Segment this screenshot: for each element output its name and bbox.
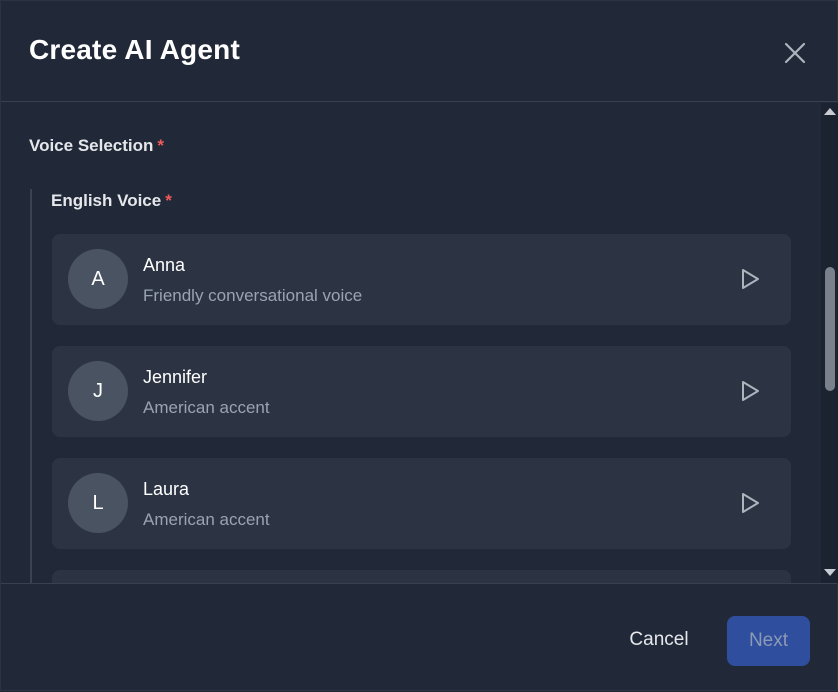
play-preview-button[interactable] [738, 267, 762, 291]
voice-description: American accent [143, 398, 270, 417]
play-preview-button[interactable] [738, 379, 762, 403]
play-icon [742, 269, 759, 289]
avatar: J [68, 361, 128, 421]
scrollbar-thumb[interactable] [825, 267, 835, 391]
scroll-down-arrow-icon[interactable] [824, 569, 836, 576]
play-preview-button[interactable] [738, 491, 762, 515]
voice-card-partial[interactable] [52, 570, 791, 583]
avatar: A [68, 249, 128, 309]
voice-name: Laura [143, 479, 190, 499]
required-marker: * [165, 191, 172, 210]
voice-selection-text: Voice Selection [29, 136, 154, 155]
voice-card-laura[interactable]: L Laura American accent [52, 458, 791, 549]
voice-description: Friendly conversational voice [143, 286, 363, 305]
scrollbar[interactable] [821, 103, 838, 583]
voice-selection-label: Voice Selection * [29, 136, 164, 156]
create-agent-dialog: Create AI Agent Voice Selection * English… [0, 0, 838, 691]
english-voice-label: English Voice * [51, 191, 172, 211]
dialog-footer: Cancel Next [1, 583, 837, 692]
scroll-up-arrow-icon[interactable] [824, 108, 836, 115]
dialog-body: Voice Selection * English Voice * A Anna F… [1, 103, 821, 583]
play-icon [742, 381, 759, 401]
next-button[interactable]: Next [727, 616, 810, 666]
cancel-button[interactable]: Cancel [609, 616, 709, 664]
english-voice-text: English Voice [51, 191, 162, 210]
play-icon [742, 493, 759, 513]
voice-description: American accent [143, 510, 270, 529]
close-button[interactable] [779, 37, 811, 69]
required-marker: * [157, 136, 165, 155]
voice-card-jennifer[interactable]: J Jennifer American accent [52, 346, 791, 437]
voice-name: Jennifer [143, 367, 208, 387]
dialog-header: Create AI Agent [1, 1, 837, 102]
voice-name: Anna [143, 255, 186, 275]
avatar: L [68, 473, 128, 533]
close-icon [784, 42, 806, 64]
dialog-title: Create AI Agent [29, 34, 240, 65]
voice-card-anna[interactable]: A Anna Friendly conversational voice [52, 234, 791, 325]
group-divider [30, 189, 32, 583]
